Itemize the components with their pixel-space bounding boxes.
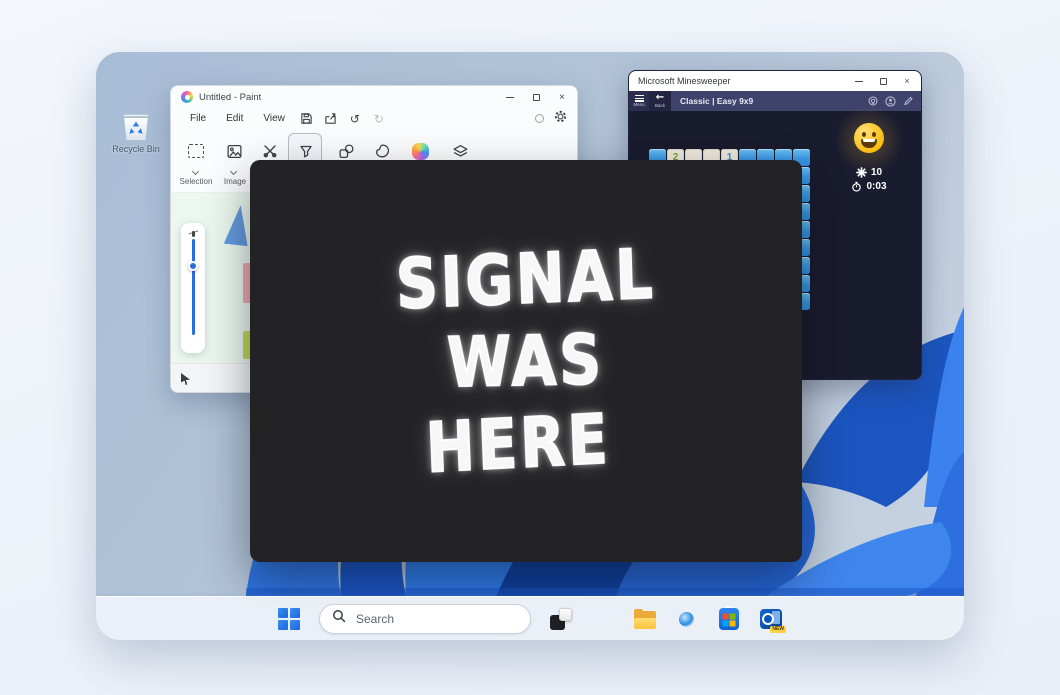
settings-gear-icon[interactable] <box>554 110 567 128</box>
desktop-screen: Recycle Bin Untitled - Paint × File Edit… <box>96 52 964 640</box>
back-icon[interactable]: ← Back <box>649 91 671 111</box>
timer-value: 0:03 <box>866 181 886 192</box>
size-slider[interactable] <box>192 239 195 335</box>
taskbar-search[interactable] <box>319 604 531 634</box>
hamburger-menu-icon[interactable]: Menu <box>629 91 649 111</box>
paint-logo-icon <box>181 91 193 103</box>
smiley-face-icon[interactable] <box>854 123 884 153</box>
clock-icon <box>851 181 862 192</box>
minesweeper-minimize-button[interactable] <box>847 81 871 82</box>
recycle-bin-label: Recycle Bin <box>106 144 166 154</box>
menu-microlabel: Menu <box>633 103 644 108</box>
graffiti-line-3: HERE <box>425 404 612 482</box>
minesweeper-window-title: Microsoft Minesweeper <box>638 76 731 86</box>
undo-icon[interactable]: ↺ <box>344 111 366 127</box>
recycle-bin-shortcut[interactable]: Recycle Bin <box>106 114 166 154</box>
save-icon[interactable] <box>296 111 318 127</box>
avatar-icon[interactable] <box>885 96 896 107</box>
image-tool-icon[interactable] <box>221 138 247 164</box>
search-icon <box>332 609 346 628</box>
image-tool-label: Image <box>215 177 255 186</box>
menu-file[interactable]: File <box>181 111 215 126</box>
outlook-new-badge: NEW <box>770 626 786 633</box>
mine-icon <box>856 167 867 178</box>
minesweeper-side-panel: 10 0:03 <box>817 111 921 380</box>
minesweeper-close-button[interactable]: × <box>895 76 919 86</box>
paint-window-title: Untitled - Paint <box>199 92 261 103</box>
selection-tool-label: Selection <box>171 177 221 186</box>
paint-menu-bar: File Edit View ↺ ↻ <box>171 108 577 129</box>
paint-title-bar[interactable]: Untitled - Paint × <box>171 86 577 108</box>
back-microlabel: Back <box>655 104 665 109</box>
pencil-icon[interactable] <box>903 96 913 106</box>
game-mode-label: Classic | Easy 9x9 <box>680 96 753 106</box>
paint-minimize-button[interactable] <box>497 97 523 98</box>
chevron-down-icon[interactable] <box>231 169 237 175</box>
task-view-icon[interactable] <box>549 607 573 631</box>
paint-maximize-button[interactable] <box>523 94 549 101</box>
menu-view[interactable]: View <box>254 111 294 126</box>
start-icon[interactable] <box>277 607 301 631</box>
outlook-icon[interactable]: NEW <box>759 607 783 631</box>
minesweeper-maximize-button[interactable] <box>871 78 895 85</box>
timer: 0:03 <box>851 181 886 192</box>
slider-thumb[interactable] <box>188 261 198 271</box>
recycle-bin-icon <box>106 114 166 141</box>
minesweeper-title-bar[interactable]: Microsoft Minesweeper × <box>629 71 921 91</box>
graffiti-line-2: WAS <box>447 325 605 397</box>
paint-close-button[interactable]: × <box>549 92 575 103</box>
selection-tool-icon[interactable] <box>183 138 209 164</box>
copilot-icon[interactable] <box>591 607 615 631</box>
graffiti-overlay-panel: SIGNAL WAS HERE <box>250 160 802 562</box>
share-icon[interactable] <box>320 111 342 127</box>
edge-icon[interactable] <box>675 607 699 631</box>
graffiti-line-1: SIGNAL <box>395 239 656 318</box>
search-input[interactable] <box>354 611 518 627</box>
mine-counter: 10 <box>856 167 882 178</box>
redo-icon[interactable]: ↻ <box>368 111 390 127</box>
framed-screenshot: Recycle Bin Untitled - Paint × File Edit… <box>0 0 1060 695</box>
chevron-down-icon[interactable] <box>193 169 199 175</box>
cursor-arrow-icon <box>181 373 190 385</box>
brush-size-slider-panel <box>181 223 205 353</box>
profile-icon[interactable] <box>535 114 544 123</box>
store-icon[interactable] <box>717 607 741 631</box>
taskbar: NEW <box>96 596 964 640</box>
mine-count-value: 10 <box>871 167 882 178</box>
file-explorer-icon[interactable] <box>633 607 657 631</box>
menu-edit[interactable]: Edit <box>217 111 252 126</box>
